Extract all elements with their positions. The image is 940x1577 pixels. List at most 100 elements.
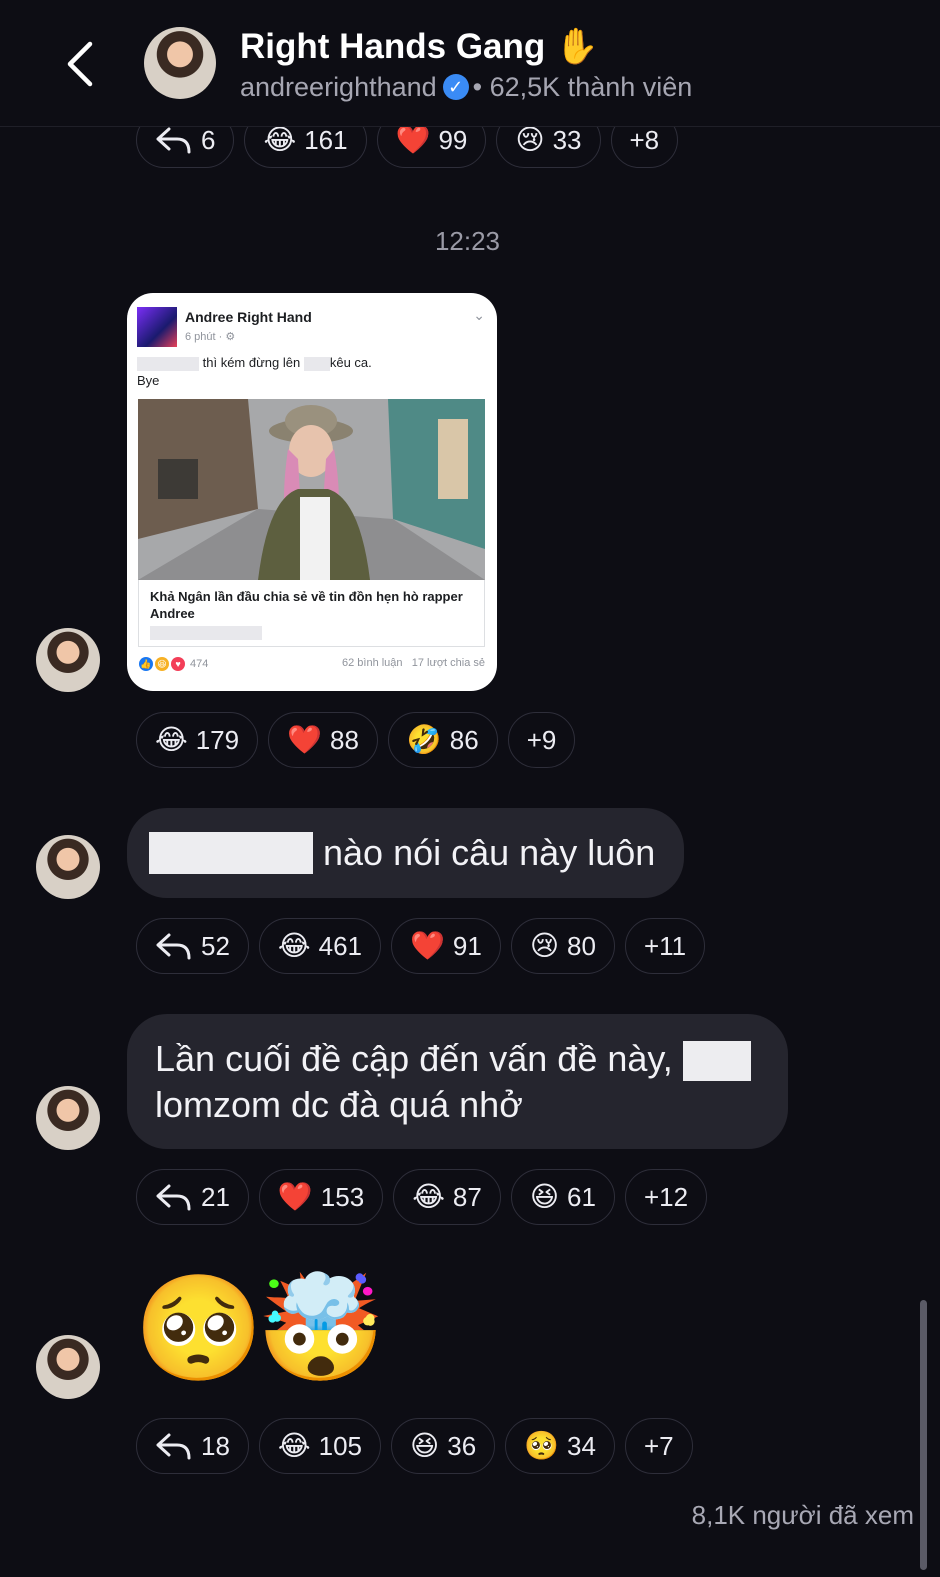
reply-count-chip[interactable]: 52 xyxy=(136,918,249,974)
channel-header: Right Hands Gang ✋ andreerighthand ✓ • 62,5… xyxy=(0,0,940,127)
timestamp-divider: 12:23 xyxy=(434,226,501,256)
reaction-count: 105 xyxy=(318,1430,363,1461)
crying-face-icon: 😢 xyxy=(529,930,560,961)
rolling-laughing-icon: 🤣 xyxy=(406,724,442,755)
reaction-count: 36 xyxy=(447,1430,477,1461)
reaction-chip-laugh[interactable]: 😂 105 xyxy=(258,1418,382,1474)
redacted-block xyxy=(682,1041,751,1082)
shared-post-card[interactable]: Andree Right Hand 6 phút · ⚙ ⌄ thì kém đ… xyxy=(127,293,497,691)
reaction-count: 61 xyxy=(567,1181,596,1212)
crying-face-icon: 😢 xyxy=(515,124,545,155)
post-comments: 62 bình luận xyxy=(341,657,403,669)
reaction-chip-laugh[interactable]: 😂 179 xyxy=(136,712,259,768)
tears-of-joy-icon: 😂 xyxy=(263,124,297,155)
reaction-chip-heart[interactable]: ❤️ 88 xyxy=(268,712,378,768)
channel-subtitle: andreerighthand ✓ • 62,5K thành viên xyxy=(240,72,692,104)
reaction-count: 99 xyxy=(438,124,468,155)
chevron-down-icon: ⌄ xyxy=(473,307,485,323)
more-reactions-count: +7 xyxy=(643,1430,674,1461)
verified-badge-icon: ✓ xyxy=(442,73,469,100)
reaction-chip-pleading[interactable]: 🥺 34 xyxy=(505,1418,615,1474)
reaction-count: 87 xyxy=(452,1181,482,1212)
reply-count: 6 xyxy=(201,124,216,155)
link-preview[interactable]: Khả Ngân lần đầu chia sẻ về tin đồn hẹn … xyxy=(138,580,485,647)
pleading-face-icon[interactable]: 🥺 xyxy=(134,1277,264,1381)
scrollbar[interactable] xyxy=(920,1300,927,1570)
sender-avatar[interactable] xyxy=(36,1335,100,1399)
post-text-part1: thì kém đừng lên xyxy=(202,355,301,370)
heart-icon: ❤️ xyxy=(410,930,445,961)
reaction-count: 80 xyxy=(567,930,596,961)
reaction-row-msg2: 21 ❤️ 153 😂 87 😆 61 +12 xyxy=(136,1169,708,1227)
reaction-chip-grin[interactable]: 😆 61 xyxy=(510,1169,615,1225)
reaction-chip-rofl[interactable]: 🤣 86 xyxy=(387,712,498,768)
redacted-block xyxy=(303,356,330,371)
reaction-count: 88 xyxy=(329,724,359,755)
message-bubble[interactable]: nào nói câu này luôn xyxy=(127,808,684,898)
tears-of-joy-icon: 😂 xyxy=(155,724,188,755)
post-text-part2: kêu ca. xyxy=(329,355,372,370)
more-reactions-chip[interactable]: +7 xyxy=(624,1418,693,1474)
heart-icon: ❤️ xyxy=(287,724,322,755)
reaction-chip-laugh[interactable]: 😂 87 xyxy=(393,1169,501,1225)
reaction-row-msg1: 52 😂 461 ❤️ 91 😢 80 +11 xyxy=(136,918,706,976)
reply-arrow-icon xyxy=(156,933,191,960)
reaction-count: 86 xyxy=(449,724,479,755)
back-arrow-icon[interactable] xyxy=(58,36,106,92)
reply-arrow-icon xyxy=(156,127,191,154)
reaction-count: 461 xyxy=(318,930,363,961)
redacted-block xyxy=(150,626,262,640)
reply-count-chip[interactable]: 21 xyxy=(136,1169,249,1225)
more-reactions-chip[interactable]: +9 xyxy=(507,712,576,768)
reaction-count: 91 xyxy=(452,930,482,961)
reply-count: 52 xyxy=(201,930,230,961)
more-reactions-chip[interactable]: +11 xyxy=(624,918,706,974)
member-count: • 62,5K thành viên xyxy=(472,72,693,102)
more-reactions-chip[interactable]: +12 xyxy=(624,1169,708,1225)
message-text-line1: Lần cuối đề cập đến vấn đề này, xyxy=(155,1038,673,1079)
page-name: Andree Right Hand xyxy=(185,309,312,325)
heart-icon: ❤️ xyxy=(395,124,431,155)
reaction-count: 153 xyxy=(320,1181,365,1212)
reaction-chip-grin[interactable]: 😆 36 xyxy=(391,1418,496,1474)
tears-of-joy-icon: 😂 xyxy=(277,1430,311,1461)
raised-hand-icon: ✋ xyxy=(555,27,599,66)
channel-title[interactable]: Right Hands Gang ✋ xyxy=(240,26,599,67)
message-text-line2: lomzom dc đà quá nhở xyxy=(155,1084,523,1125)
reaction-count: 161 xyxy=(304,124,348,155)
reply-count-chip[interactable]: 18 xyxy=(136,1418,249,1474)
more-reactions-count: +8 xyxy=(629,124,660,155)
more-reactions-count: +9 xyxy=(526,724,557,755)
reply-arrow-icon xyxy=(156,1184,191,1211)
like-icon: 👍 xyxy=(139,657,153,671)
reaction-row-post: 😂 179 ❤️ 88 🤣 86 +9 xyxy=(136,712,576,770)
squinting-face-icon: 😆 xyxy=(529,1181,560,1212)
post-reaction-count: 474 xyxy=(190,658,209,670)
heart-icon: ❤️ xyxy=(277,1181,313,1212)
reply-arrow-icon xyxy=(156,1433,191,1460)
exploding-head-icon[interactable]: 🤯 xyxy=(256,1277,386,1381)
more-reactions-count: +11 xyxy=(643,930,687,961)
reply-count: 21 xyxy=(201,1181,230,1212)
post-photo xyxy=(138,399,485,580)
reaction-chip-cry[interactable]: 😢 80 xyxy=(510,918,615,974)
love-icon: ♥ xyxy=(171,657,185,671)
channel-username: andreerighthand xyxy=(240,72,437,102)
link-title: Khả Ngân lần đầu chia sẻ về tin đồn hẹn … xyxy=(150,589,463,621)
reaction-count: 34 xyxy=(567,1430,596,1461)
squinting-face-icon: 😆 xyxy=(410,1430,440,1461)
reaction-chip-laugh[interactable]: 😂 461 xyxy=(258,918,382,974)
tears-of-joy-icon: 😂 xyxy=(412,1181,445,1212)
channel-avatar[interactable] xyxy=(144,27,216,99)
post-time: 6 phút · ⚙ xyxy=(185,331,236,343)
post-text-line2: Bye xyxy=(137,373,160,388)
sender-avatar[interactable] xyxy=(36,835,100,899)
sender-avatar[interactable] xyxy=(36,628,100,692)
redacted-block xyxy=(149,832,313,874)
message-bubble[interactable]: Lần cuối đề cập đến vấn đề này, lomzom d… xyxy=(127,1014,788,1149)
reaction-chip-heart[interactable]: ❤️ 91 xyxy=(391,918,501,974)
sender-avatar[interactable] xyxy=(36,1086,100,1150)
reaction-count: 179 xyxy=(195,724,240,755)
view-count: 8,1K người đã xem xyxy=(691,1500,914,1530)
reaction-chip-heart[interactable]: ❤️ 153 xyxy=(258,1169,384,1225)
